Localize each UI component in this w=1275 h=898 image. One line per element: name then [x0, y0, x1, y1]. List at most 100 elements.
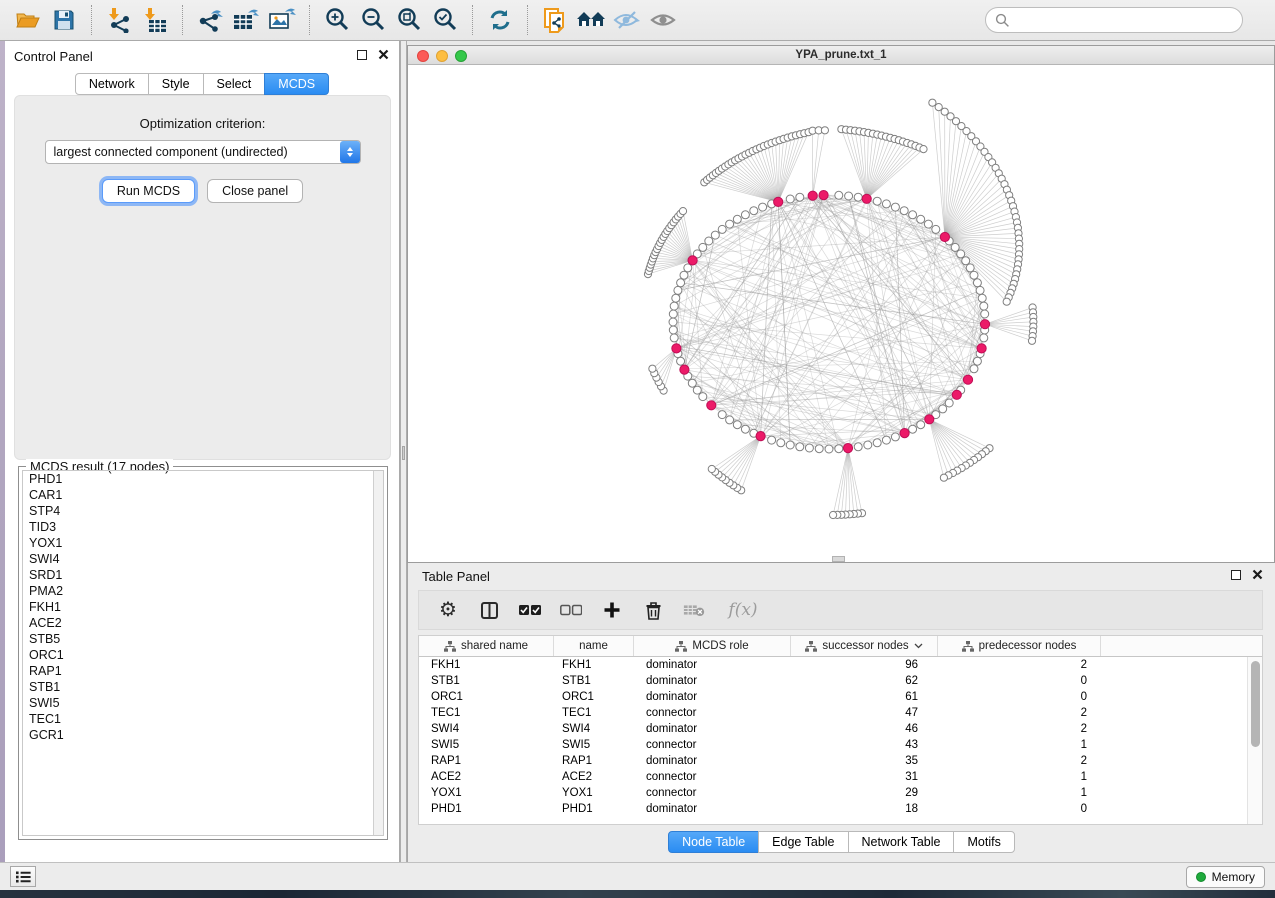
- import-table-button[interactable]: [140, 4, 170, 36]
- network-node[interactable]: [864, 441, 872, 449]
- network-node[interactable]: [1028, 337, 1035, 344]
- network-node[interactable]: [733, 421, 741, 429]
- network-node[interactable]: [669, 326, 677, 334]
- zoom-out-button[interactable]: [358, 4, 388, 36]
- mcds-result-item[interactable]: GCR1: [23, 727, 383, 743]
- network-node[interactable]: [845, 192, 853, 200]
- column-header-predecessor-nodes[interactable]: predecessor nodes: [938, 636, 1101, 656]
- network-node[interactable]: [768, 436, 776, 444]
- network-node[interactable]: [973, 357, 981, 365]
- network-node[interactable]: [882, 200, 890, 208]
- mcds-result-item[interactable]: TEC1: [23, 711, 383, 727]
- zoom-fit-button[interactable]: [394, 4, 424, 36]
- mcds-result-item[interactable]: TID3: [23, 519, 383, 535]
- network-node[interactable]: [835, 445, 843, 453]
- mcds-result-item[interactable]: YOX1: [23, 535, 383, 551]
- network-node[interactable]: [980, 334, 988, 342]
- network-node[interactable]: [825, 445, 833, 453]
- network-node[interactable]: [966, 264, 974, 272]
- network-node[interactable]: [939, 405, 947, 413]
- network-node[interactable]: [909, 425, 917, 433]
- network-node[interactable]: [940, 474, 947, 481]
- column-header-name[interactable]: name: [554, 636, 634, 656]
- mcds-result-item[interactable]: PHD1: [23, 471, 383, 487]
- network-node[interactable]: [741, 211, 749, 219]
- network-hub-node[interactable]: [980, 320, 989, 329]
- table-row[interactable]: RAP1RAP1dominator352: [419, 753, 1262, 769]
- network-node[interactable]: [976, 286, 984, 294]
- network-hub-node[interactable]: [680, 365, 689, 374]
- select-all-checkboxes-button[interactable]: [519, 599, 541, 621]
- table-row[interactable]: PHD1PHD1dominator180: [419, 801, 1262, 817]
- table-vertical-scrollbar[interactable]: [1247, 657, 1262, 824]
- network-node[interactable]: [796, 443, 804, 451]
- network-node[interactable]: [873, 197, 881, 205]
- close-panel-button[interactable]: Close panel: [207, 179, 303, 203]
- save-session-button[interactable]: [49, 4, 79, 36]
- table-row[interactable]: FKH1FKH1dominator962: [419, 657, 1262, 673]
- network-hub-node[interactable]: [900, 429, 909, 438]
- network-node[interactable]: [951, 243, 959, 251]
- network-node[interactable]: [669, 318, 677, 326]
- zoom-in-button[interactable]: [322, 4, 352, 36]
- network-node[interactable]: [962, 257, 970, 265]
- table-row[interactable]: TEC1TEC1connector472: [419, 705, 1262, 721]
- network-node[interactable]: [705, 237, 713, 245]
- network-node[interactable]: [821, 127, 828, 134]
- mcds-result-item[interactable]: FKH1: [23, 599, 383, 615]
- network-window-titlebar[interactable]: YPA_prune.txt_1: [408, 46, 1274, 65]
- memory-button[interactable]: Memory: [1186, 866, 1265, 888]
- network-hub-node[interactable]: [688, 256, 697, 265]
- column-header-shared-name[interactable]: shared name: [419, 636, 554, 656]
- network-node[interactable]: [854, 443, 862, 451]
- float-panel-icon[interactable]: [357, 50, 367, 60]
- network-node[interactable]: [674, 286, 682, 294]
- network-node[interactable]: [670, 334, 678, 342]
- mcds-list-scrollbar[interactable]: [373, 471, 383, 835]
- mcds-result-item[interactable]: PMA2: [23, 583, 383, 599]
- tab-motifs[interactable]: Motifs: [953, 831, 1014, 853]
- task-history-button[interactable]: [10, 866, 36, 887]
- mcds-result-item[interactable]: ACE2: [23, 615, 383, 631]
- window-maximize-icon[interactable]: [455, 50, 467, 62]
- network-node[interactable]: [750, 207, 758, 215]
- mcds-result-item[interactable]: SRD1: [23, 567, 383, 583]
- network-hub-node[interactable]: [925, 415, 934, 424]
- close-table-panel-icon[interactable]: [1252, 569, 1263, 580]
- network-hub-node[interactable]: [808, 191, 817, 200]
- zoom-selected-button[interactable]: [430, 4, 460, 36]
- table-row[interactable]: ACE2ACE2connector311: [419, 769, 1262, 785]
- export-image-button[interactable]: [267, 4, 297, 36]
- open-file-button[interactable]: [13, 4, 43, 36]
- search-input[interactable]: [1010, 13, 1242, 27]
- tab-edge-table[interactable]: Edge Table: [758, 831, 848, 853]
- network-hub-node[interactable]: [756, 432, 765, 441]
- apply-function-button[interactable]: f(x): [724, 599, 762, 621]
- network-hub-node[interactable]: [940, 232, 949, 241]
- tab-node-table[interactable]: Node Table: [668, 831, 759, 853]
- network-node[interactable]: [917, 215, 925, 223]
- network-node[interactable]: [854, 193, 862, 201]
- deselect-all-checkboxes-button[interactable]: [560, 599, 582, 621]
- network-node[interactable]: [741, 425, 749, 433]
- refresh-view-button[interactable]: [485, 4, 515, 36]
- mcds-result-item[interactable]: RAP1: [23, 663, 383, 679]
- mcds-result-item[interactable]: STB1: [23, 679, 383, 695]
- horizontal-splitter-handle[interactable]: [832, 556, 845, 562]
- mcds-result-item[interactable]: SWI5: [23, 695, 383, 711]
- network-node[interactable]: [786, 195, 794, 203]
- network-node[interactable]: [815, 445, 823, 453]
- network-node[interactable]: [726, 220, 734, 228]
- network-node[interactable]: [669, 310, 677, 318]
- delete-table-button[interactable]: [683, 599, 705, 621]
- network-node[interactable]: [932, 225, 940, 233]
- network-node[interactable]: [970, 271, 978, 279]
- close-panel-icon[interactable]: [378, 49, 389, 60]
- network-node[interactable]: [759, 203, 767, 211]
- network-hub-node[interactable]: [843, 444, 852, 453]
- network-node[interactable]: [796, 193, 804, 201]
- network-node[interactable]: [970, 365, 978, 373]
- window-minimize-icon[interactable]: [436, 50, 448, 62]
- network-node[interactable]: [805, 444, 813, 452]
- network-hub-node[interactable]: [952, 390, 961, 399]
